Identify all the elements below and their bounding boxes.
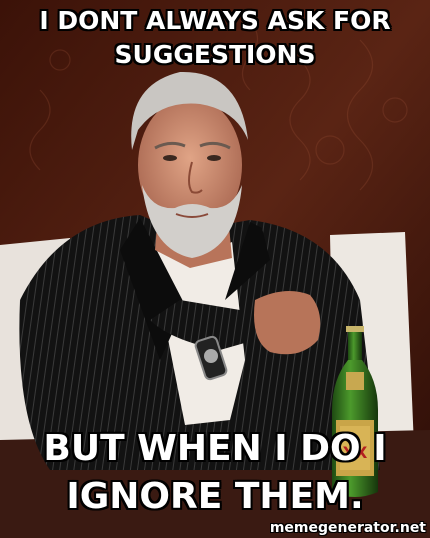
- eye-left: [163, 155, 177, 161]
- bottom-caption: BUT WHEN I DO I IGNORE THEM.: [43, 428, 387, 517]
- meme-image: XX I DONT ALWAYS ASK FOR SUGGESTIONS BUT…: [0, 0, 430, 538]
- eye-right: [207, 155, 221, 161]
- watermark-text: memegenerator.net: [269, 520, 426, 536]
- hand: [254, 291, 321, 355]
- top-caption: I DONT ALWAYS ASK FOR SUGGESTIONS: [39, 6, 391, 69]
